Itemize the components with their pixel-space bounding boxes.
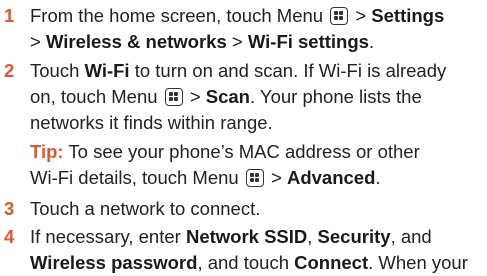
text-run: . When your (368, 252, 468, 273)
text-run: networks it finds within range. (30, 112, 273, 133)
text-run: > (271, 167, 287, 188)
menu-icon (245, 169, 264, 187)
text-run: to turn on and scan. If Wi-Fi is already (129, 60, 447, 81)
bold-term: Wireless & networks (45, 31, 227, 52)
step-line: networks it finds within range. (30, 110, 486, 136)
instructions-document: 1 From the home screen, touch Menu > Set… (0, 0, 487, 273)
text-run: Touch a network to connect. (30, 198, 261, 219)
text-run: , and (390, 226, 432, 247)
tip-label: Tip: (30, 141, 64, 162)
bold-term: Wi-Fi settings (247, 31, 369, 52)
step-text: From the home screen, touch Menu > Setti… (30, 3, 486, 55)
step-text: Touch Wi-Fi to turn on and scan. If Wi-F… (30, 58, 486, 136)
step-line: From the home screen, touch Menu > Setti… (30, 3, 486, 29)
menu-icon (330, 7, 349, 25)
step-line: > Wireless & networks > Wi-Fi settings. (30, 29, 486, 55)
tip-line: Tip: To see your phone’s MAC address or … (30, 139, 486, 165)
step-number: 2 (4, 60, 15, 81)
text-run: Touch (30, 60, 85, 81)
text-run: , (307, 226, 318, 247)
bold-term: Connect (294, 252, 369, 273)
text-run: > (226, 31, 248, 52)
text-run: on, touch Menu (30, 86, 158, 107)
step-line: Touch a network to connect. (30, 196, 486, 222)
text-run: > (189, 86, 206, 107)
text-run: . (375, 167, 381, 188)
step-number: 3 (4, 198, 15, 219)
bold-term: Advanced (286, 167, 376, 188)
step-line: If necessary, enter Network SSID, Securi… (30, 224, 486, 250)
step-number: 4 (4, 226, 15, 247)
step-text: Touch a network to connect. (30, 196, 486, 222)
bold-term: Wireless password (30, 252, 198, 273)
step-line: Wireless password, and touch Connect. Wh… (30, 250, 486, 276)
text-run: > (355, 5, 372, 26)
step-line: on, touch Menu > Scan. Your phone lists … (30, 84, 486, 110)
bold-term: Network SSID (185, 226, 308, 247)
menu-icon (164, 88, 183, 106)
text-run: Wi-Fi details, touch Menu (30, 167, 239, 188)
step-text: If necessary, enter Network SSID, Securi… (30, 224, 486, 276)
text-run: . (368, 31, 375, 52)
bold-term: Wi-Fi (84, 60, 130, 81)
tip-line: Wi-Fi details, touch Menu > Advanced. (30, 165, 486, 191)
text-run: . Your phone lists the (249, 86, 422, 107)
text-run: , and touch (197, 252, 295, 273)
text-run: From the home screen, touch Menu (30, 5, 324, 26)
step-number: 1 (4, 5, 15, 26)
tip-text: Tip: To see your phone’s MAC address or … (30, 139, 486, 191)
bold-term: Settings (371, 5, 445, 26)
text-run: If necessary, enter (30, 226, 186, 247)
step-line: Touch Wi-Fi to turn on and scan. If Wi-F… (30, 58, 486, 84)
bold-term: Scan (205, 86, 250, 107)
text-run: To see your phone’s MAC address or other (63, 141, 420, 162)
text-run: > (30, 31, 46, 52)
bold-term: Security (317, 226, 391, 247)
